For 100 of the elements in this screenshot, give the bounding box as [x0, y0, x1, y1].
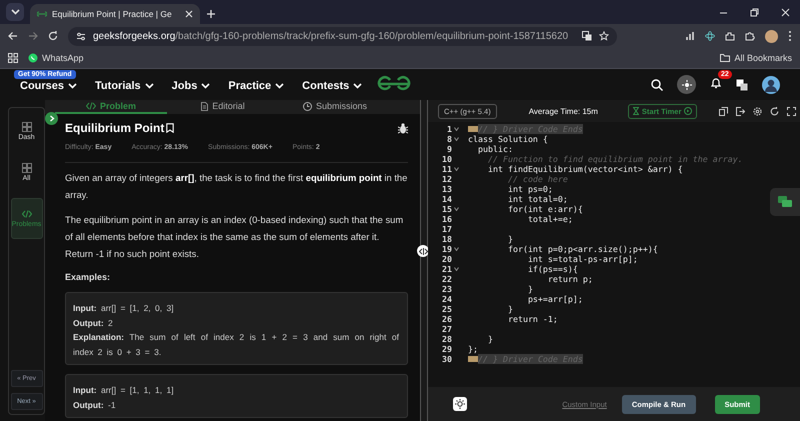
line-number: 26 [441, 314, 452, 324]
chevron-icon [201, 83, 210, 89]
new-tab-icon[interactable] [206, 9, 216, 19]
expand-button[interactable] [45, 112, 58, 125]
line-number: 16 [441, 214, 452, 224]
problem-tab[interactable]: Submissions [279, 100, 391, 114]
bookmark[interactable]: WhatsApp [42, 53, 84, 63]
reset-icon[interactable] [770, 106, 779, 116]
line-number: 19 [441, 244, 452, 254]
problem-tab[interactable]: Editorial [167, 100, 279, 114]
address-bar[interactable]: geeksforgeeks.org/batch/gfg-160-problems/track/prefix-sum-gfg-160/problem/equilibrium-point-1587115620 [68, 26, 618, 46]
line-number: 13 [441, 184, 452, 194]
nav-menu[interactable]: Practice [228, 80, 284, 92]
forward-icon[interactable] [28, 31, 38, 41]
nav-menu[interactable]: Contests [302, 80, 362, 92]
avatar-icon[interactable] [762, 76, 780, 94]
line-number: 15 [441, 204, 452, 214]
hourglass-icon [632, 107, 639, 115]
close-icon[interactable] [781, 8, 790, 16]
settings-icon[interactable] [753, 106, 762, 116]
bookmark-icon[interactable] [166, 123, 174, 133]
chevron-icon [68, 83, 78, 89]
search-icon[interactable] [651, 78, 663, 90]
example-line: Input: arr[] = [1, 2, 0, 3] [73, 302, 175, 315]
line-number: 29 [441, 344, 452, 354]
code-line: for(int e:arr){ [506, 204, 583, 214]
line-number: 17 [441, 224, 452, 234]
code-icon [86, 102, 96, 110]
play-icon [684, 107, 692, 115]
code-line: } [506, 304, 513, 314]
line-number: 23 [441, 284, 452, 294]
description-paragraph: Given an array of integers arr[], the task is to find the first equilibrium point in the array. [65, 171, 408, 202]
code-line: } [486, 334, 493, 344]
line-number: 18 [441, 234, 452, 244]
sun-icon [682, 80, 692, 90]
chevron-icon [10, 9, 20, 15]
site-icon [37, 11, 47, 17]
code-line: int total=0; [506, 194, 568, 204]
theme-toggle[interactable] [677, 75, 696, 94]
document-icon [201, 102, 208, 110]
nav-menu[interactable]: Jobs [172, 80, 210, 92]
resize-icon [418, 248, 428, 254]
chat-button[interactable] [770, 188, 800, 216]
profile-avatar[interactable] [765, 30, 778, 42]
chat-bubble-icon [28, 53, 38, 63]
all-bookmarks-link[interactable]: All Bookmarks [734, 53, 792, 63]
code-icon [22, 209, 32, 219]
bar-chart-icon[interactable] [685, 31, 695, 41]
code-comment: // code here [506, 174, 568, 184]
code-line: int ps=0; [506, 184, 553, 194]
translate-icon[interactable] [582, 31, 592, 41]
restore-icon[interactable] [750, 8, 759, 16]
apps-icon[interactable] [8, 53, 18, 63]
browser-tab[interactable]: Equilibrium Point | Practice | Ge [30, 4, 200, 24]
nav-menu[interactable]: Courses [20, 80, 78, 92]
code-comment: // Function to find equilibrium point in the array. [486, 154, 743, 164]
hint-button[interactable] [453, 397, 467, 411]
line-number: 27 [441, 324, 452, 334]
line-number: 12 [441, 174, 452, 184]
atom-icon[interactable] [705, 31, 715, 41]
url-text: geeksforgeeks.org/batch/gfg-160-problems/track/prefix-sum-gfg-160/problem/equilibrium-point-1587115620 [93, 30, 568, 42]
nav-menu[interactable]: Tutorials [95, 80, 154, 92]
example-line: Output: -1 [73, 398, 117, 412]
puzzle-icon[interactable] [745, 31, 755, 41]
problem-tab[interactable]: Problem [55, 100, 167, 114]
translate-icon[interactable] [736, 78, 748, 90]
code-line: ps+=arr[p]; [526, 294, 583, 304]
fullscreen-icon[interactable] [787, 106, 796, 116]
back-icon[interactable] [8, 31, 18, 41]
example-line: Output: 2 [73, 316, 114, 330]
folder-icon [720, 54, 730, 62]
reload-icon[interactable] [48, 31, 58, 41]
copy-icon[interactable] [719, 106, 728, 116]
code-line: int s=total-ps-arr[p]; [526, 254, 638, 264]
average-time: Average Time: 15m [528, 106, 598, 116]
chat-icon [778, 196, 792, 208]
code-line: for(int p=0;p<arr.size();p++){ [506, 244, 658, 254]
bug-icon[interactable] [398, 122, 408, 134]
export-icon[interactable] [736, 106, 745, 116]
code-line: if(ps==s){ [526, 264, 578, 274]
more-icon[interactable] [788, 30, 792, 42]
site-settings-icon[interactable] [76, 32, 86, 40]
code-line: int findEquilibrium(vector<int> &arr) { [486, 164, 683, 174]
grid-icon [22, 122, 32, 132]
line-number: 28 [441, 334, 452, 344]
line-number: 24 [441, 294, 452, 304]
clock-icon [302, 102, 312, 110]
line-number: 25 [441, 304, 452, 314]
description-paragraph: The equilibrium point in an array is an index (0-based indexing) such that the sum of all elements before that index is the same as the sum of elements after it. Return -1 if no such point exists. [65, 213, 404, 261]
close-icon[interactable] [185, 10, 193, 18]
bell-icon[interactable] [710, 76, 722, 88]
star-icon[interactable] [599, 31, 610, 41]
code-line: } [526, 284, 533, 294]
line-number: 1 [446, 124, 452, 134]
site-logo-icon[interactable] [376, 75, 412, 93]
chevron-right-icon [48, 115, 54, 122]
examples-heading: Examples: [65, 272, 112, 282]
chevron-icon [144, 83, 154, 89]
chevron-icon [353, 83, 362, 89]
line-number: 20 [441, 254, 452, 264]
